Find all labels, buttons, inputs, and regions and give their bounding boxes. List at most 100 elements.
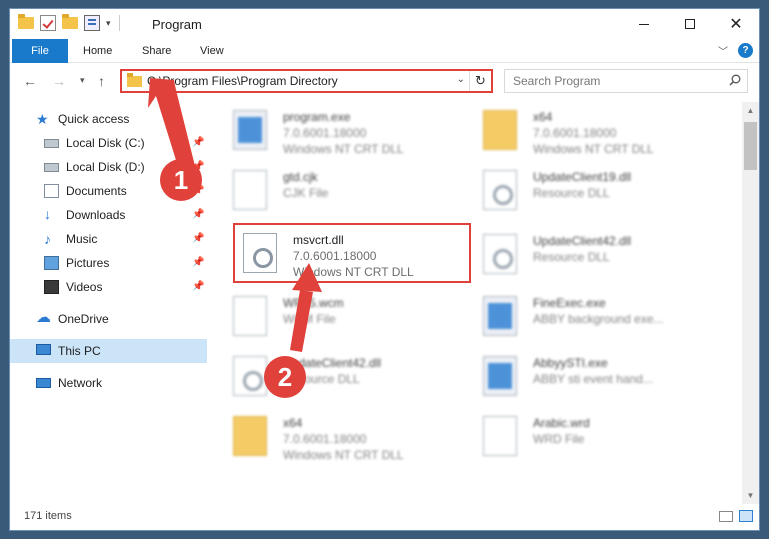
- file-version: 7.0.6001.18000: [283, 432, 367, 446]
- this-pc-icon: [36, 344, 51, 355]
- file-item-x64-folder[interactable]: x64 7.0.6001.18000 Windows NT CRT DLL: [225, 408, 465, 464]
- file-item-updateclient42-dll-right[interactable]: UpdateClient42.dll Resource DLL: [475, 226, 715, 282]
- file-version: 7.0.6001.18000: [283, 126, 367, 140]
- nav-label: This PC: [58, 344, 101, 358]
- tab-file[interactable]: File: [12, 39, 68, 63]
- downloads-icon: ↓: [44, 206, 51, 222]
- file-item-msvcrt-dll[interactable]: msvcrt.dll 7.0.6001.18000 Windows NT CRT…: [233, 223, 471, 283]
- up-arrow-icon[interactable]: ↑: [98, 73, 105, 89]
- file-name: msvcrt.dll: [293, 233, 344, 247]
- scroll-down-icon[interactable]: ▼: [742, 487, 759, 504]
- address-path[interactable]: C:\Program Files\Program Directory: [147, 74, 338, 88]
- file-item-wp15-wcm[interactable]: WP15.wcm WCM File: [225, 288, 465, 344]
- tab-view[interactable]: View: [190, 39, 234, 63]
- tab-share[interactable]: Share: [132, 39, 181, 63]
- file-list: program.exe 7.0.6001.18000 Windows NT CR…: [225, 102, 740, 504]
- ribbon-right-controls: ﹀ ?: [718, 43, 753, 58]
- item-count: 171 items: [24, 510, 72, 522]
- search-icon[interactable]: [729, 74, 741, 86]
- file-name: Arabic.wrd: [533, 416, 590, 430]
- tab-home[interactable]: Home: [73, 39, 122, 63]
- ribbon-tabs: File Home Share View ﹀ ?: [10, 39, 759, 63]
- maximize-button[interactable]: [667, 9, 713, 39]
- nav-label: Music: [66, 232, 98, 246]
- properties-check-icon[interactable]: [40, 15, 56, 31]
- recent-locations-icon[interactable]: ▾: [80, 75, 85, 86]
- nav-label: Downloads: [66, 208, 126, 222]
- pin-icon[interactable]: 📌: [192, 209, 204, 220]
- file-name: UpdateClient19.dll: [533, 170, 632, 184]
- search-input[interactable]: Search Program: [504, 69, 748, 93]
- file-type: Resource DLL: [533, 186, 610, 200]
- file-item-updateclient42-dll[interactable]: UpdateClient42.dll Resource DLL: [225, 348, 465, 404]
- details-view-icon[interactable]: [719, 511, 733, 522]
- address-bar[interactable]: C:\Program Files\Program Directory ⌄ ↻: [120, 69, 493, 93]
- app-icon: [233, 110, 267, 150]
- file-item-updateclient19-dll[interactable]: UpdateClient19.dll Resource DLL: [475, 162, 715, 218]
- file-description: Windows NT CRT DLL: [283, 448, 404, 462]
- file-version: 7.0.6001.18000: [533, 126, 617, 140]
- nav-label: Local Disk (D:): [66, 160, 145, 174]
- file-item-fineexec-exe[interactable]: FineExec.exe ABBY background exe...: [475, 288, 715, 344]
- pin-icon[interactable]: 📌: [192, 137, 204, 148]
- documents-icon: [44, 184, 59, 198]
- qat-dropdown-icon[interactable]: ▾: [106, 18, 111, 29]
- nav-label: Quick access: [58, 112, 130, 126]
- close-icon: ✕: [729, 16, 743, 33]
- title-bar: ▾ Program ✕: [10, 9, 759, 39]
- nav-onedrive[interactable]: ☁ OneDrive: [10, 307, 207, 331]
- file-item-abbyysti-exe[interactable]: AbbyySTI.exe ABBY sti event hand...: [475, 348, 715, 404]
- properties-icon[interactable]: [84, 15, 100, 31]
- minimize-button[interactable]: [621, 9, 667, 39]
- dll-gear-icon: [483, 234, 517, 274]
- nav-pictures[interactable]: Pictures 📌: [10, 251, 207, 275]
- status-bar: 171 items: [10, 504, 759, 530]
- nav-network[interactable]: Network: [10, 371, 207, 395]
- file-type: ABBY sti event hand...: [533, 372, 653, 386]
- forward-arrow-icon[interactable]: →: [52, 73, 66, 89]
- nav-videos[interactable]: Videos 📌: [10, 275, 207, 299]
- expand-ribbon-icon[interactable]: ﹀: [718, 43, 728, 58]
- folder-icon: [127, 73, 142, 87]
- scroll-up-icon[interactable]: ▲: [742, 102, 759, 119]
- vertical-scrollbar[interactable]: ▲ ▼: [742, 102, 759, 504]
- file-name: program.exe: [283, 110, 351, 124]
- window-controls: ✕: [621, 9, 759, 39]
- star-icon: ★: [36, 111, 49, 127]
- step-badge-2: 2: [264, 356, 306, 398]
- dll-gear-icon: [483, 170, 517, 210]
- nav-label: Pictures: [66, 256, 110, 270]
- large-icons-view-icon[interactable]: [739, 510, 753, 522]
- nav-local-disk-c[interactable]: Local Disk (C:) 📌: [10, 131, 207, 155]
- app-icon: [483, 356, 517, 396]
- nav-music[interactable]: ♪ Music 📌: [10, 227, 207, 251]
- file-name: WP15.wcm: [283, 296, 344, 310]
- scroll-thumb[interactable]: [744, 122, 757, 170]
- help-icon[interactable]: ?: [738, 43, 753, 58]
- file-description: Windows NT CRT DLL: [283, 142, 404, 156]
- nav-label: Network: [58, 376, 103, 390]
- network-icon: [36, 378, 51, 388]
- file-item-arabic-wrd[interactable]: Arabic.wrd WRD File: [475, 408, 715, 464]
- file-item-gtd-cjk[interactable]: gtd.cjk CJK File: [225, 162, 465, 218]
- nav-downloads[interactable]: ↓ Downloads 📌: [10, 203, 207, 227]
- refresh-icon[interactable]: ↻: [469, 71, 491, 91]
- file-item-x64-folder-right[interactable]: x64 7.0.6001.18000 Windows NT CRT DLL: [475, 102, 715, 158]
- nav-this-pc[interactable]: This PC: [10, 339, 207, 363]
- file-icon: [233, 170, 267, 210]
- folder-icon: [18, 14, 34, 31]
- music-icon: ♪: [44, 231, 51, 247]
- search-placeholder: Search Program: [513, 74, 601, 88]
- pin-icon[interactable]: 📌: [192, 233, 204, 244]
- new-folder-icon[interactable]: [62, 14, 78, 31]
- file-type: CJK File: [283, 186, 329, 200]
- pin-icon[interactable]: 📌: [192, 257, 204, 268]
- nav-quick-access[interactable]: ★ Quick access: [10, 107, 207, 131]
- file-name: AbbyySTI.exe: [533, 356, 608, 370]
- back-arrow-icon[interactable]: ←: [23, 73, 37, 89]
- qat-separator: [118, 15, 120, 31]
- address-dropdown-icon[interactable]: ⌄: [457, 74, 465, 85]
- file-item-program-exe[interactable]: program.exe 7.0.6001.18000 Windows NT CR…: [225, 102, 465, 158]
- pin-icon[interactable]: 📌: [192, 281, 204, 292]
- close-button[interactable]: ✕: [713, 9, 759, 39]
